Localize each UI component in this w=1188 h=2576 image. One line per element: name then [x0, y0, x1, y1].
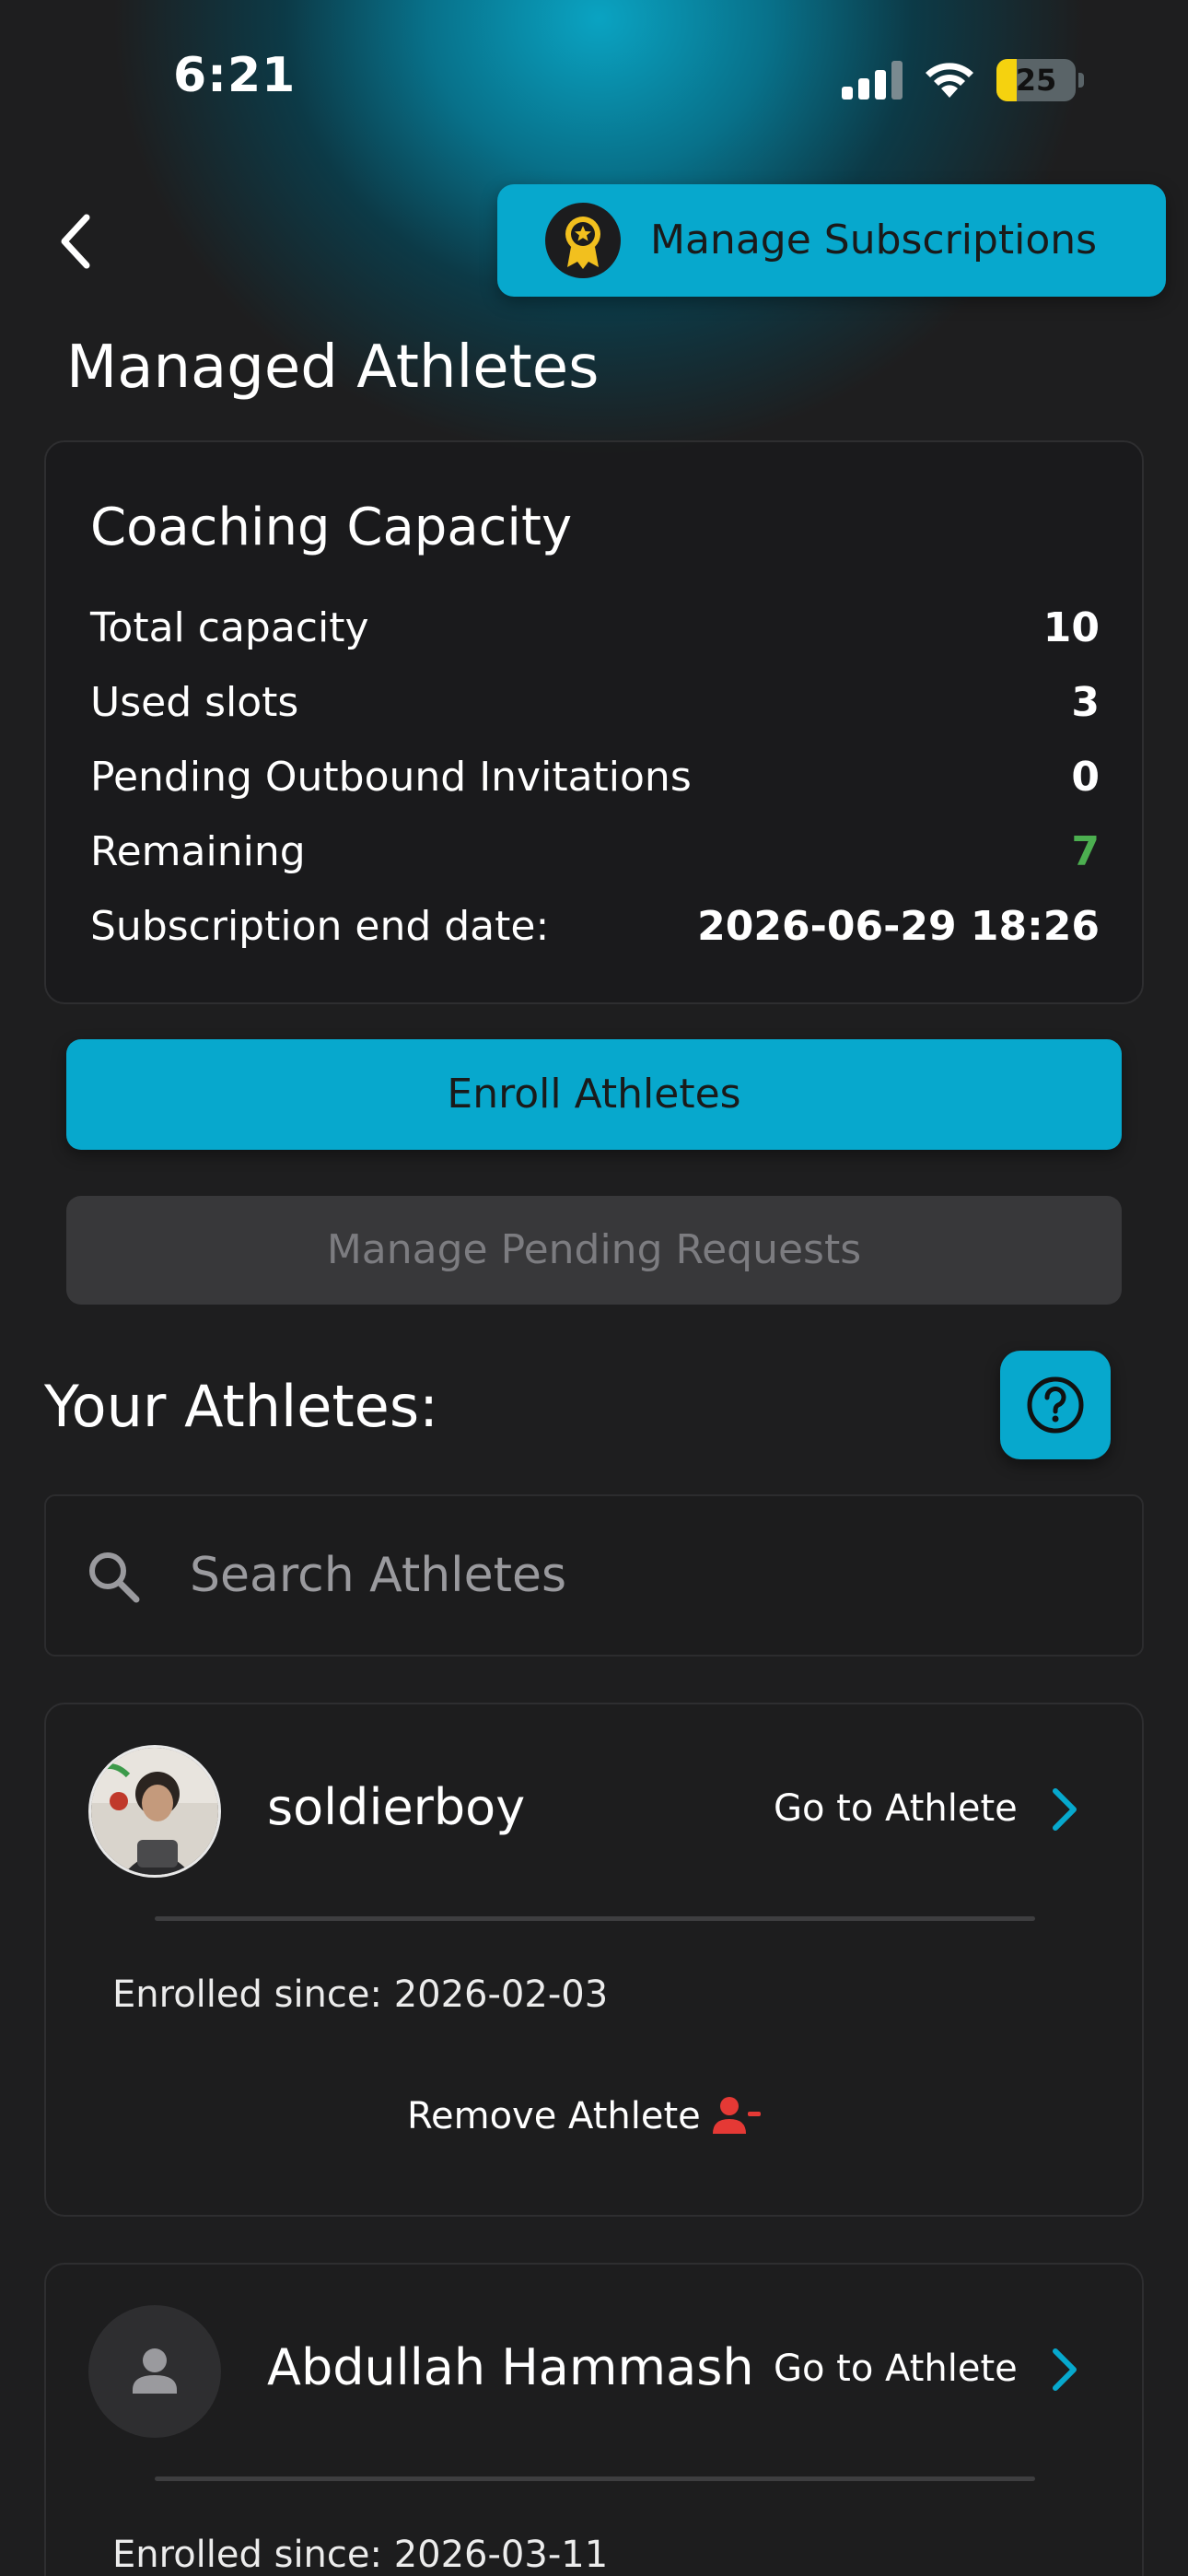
- help-button[interactable]: [1000, 1351, 1111, 1459]
- remove-athlete-label: Remove Athlete: [407, 2095, 701, 2137]
- search-box: [44, 1494, 1144, 1657]
- capacity-value-remaining: 7: [1071, 828, 1100, 875]
- capacity-title: Coaching Capacity: [90, 498, 573, 557]
- page-title: Managed Athletes: [66, 334, 600, 402]
- medal-icon: [545, 203, 621, 278]
- search-input[interactable]: [190, 1496, 1092, 1655]
- signal-icon: [842, 61, 903, 100]
- athlete-card: soldierboy Go to Athlete Enrolled since:…: [44, 1703, 1144, 2217]
- enrolled-since: Enrolled since: 2026-02-03: [112, 1973, 609, 2016]
- search-icon: [89, 1552, 140, 1603]
- capacity-value: 3: [1071, 679, 1100, 726]
- remove-user-icon: [713, 2097, 761, 2134]
- athlete-name: Abdullah Hammash: [267, 2338, 754, 2396]
- manage-pending-requests-button[interactable]: Manage Pending Requests: [66, 1196, 1122, 1305]
- card-divider: [155, 2476, 1035, 2481]
- chevron-right-icon: [1053, 2348, 1077, 2391]
- go-to-athlete-button[interactable]: Go to Athlete: [774, 2331, 1124, 2410]
- card-divider: [155, 1916, 1035, 1921]
- back-button[interactable]: [46, 205, 111, 278]
- capacity-label: Subscription end date:: [90, 903, 550, 950]
- status-time: 6:21: [173, 48, 297, 103]
- athlete-photo: [91, 1748, 218, 1875]
- person-icon: [133, 2348, 177, 2394]
- enroll-athletes-button[interactable]: Enroll Athletes: [66, 1039, 1122, 1150]
- go-to-athlete-button[interactable]: Go to Athlete: [774, 1771, 1124, 1850]
- athlete-avatar: [88, 1745, 221, 1878]
- athlete-card: Abdullah Hammash Go to Athlete Enrolled …: [44, 2263, 1144, 2576]
- athlete-name: soldierboy: [267, 1778, 526, 1836]
- capacity-value: 0: [1071, 754, 1100, 801]
- coaching-capacity-card: Coaching Capacity Total capacity 10 Used…: [44, 440, 1144, 1004]
- your-athletes-title: Your Athletes:: [44, 1373, 439, 1440]
- capacity-label: Remaining: [90, 828, 306, 875]
- capacity-label: Used slots: [90, 679, 299, 726]
- status-bar: 6:21 25: [0, 0, 1188, 157]
- capacity-value: 10: [1042, 604, 1100, 651]
- help-circle-icon: [1027, 1376, 1084, 1434]
- manage-subscriptions-label: Manage Subscriptions: [650, 217, 1098, 263]
- battery-level: 25: [1015, 63, 1057, 98]
- capacity-row-used: Used slots 3: [90, 679, 1100, 734]
- battery-icon: 25: [996, 59, 1085, 101]
- capacity-row-remaining: Remaining 7: [90, 828, 1100, 884]
- capacity-label: Total capacity: [90, 604, 369, 651]
- capacity-label: Pending Outbound Invitations: [90, 754, 692, 801]
- wifi-icon: [926, 63, 973, 98]
- chevron-left-icon: [61, 214, 90, 269]
- enrolled-since: Enrolled since: 2026-03-11: [112, 2534, 609, 2576]
- go-to-athlete-label: Go to Athlete: [774, 1787, 1018, 1830]
- chevron-right-icon: [1053, 1788, 1077, 1831]
- capacity-value: 2026-06-29 18:26: [697, 903, 1100, 950]
- capacity-row-pending: Pending Outbound Invitations 0: [90, 754, 1100, 809]
- capacity-row-end-date: Subscription end date: 2026-06-29 18:26: [90, 903, 1100, 958]
- capacity-row-total: Total capacity 10: [90, 604, 1100, 660]
- go-to-athlete-label: Go to Athlete: [774, 2348, 1018, 2390]
- athlete-avatar: [88, 2305, 221, 2438]
- remove-athlete-button[interactable]: Remove Athlete: [407, 2082, 794, 2147]
- manage-subscriptions-button[interactable]: Manage Subscriptions: [497, 184, 1166, 297]
